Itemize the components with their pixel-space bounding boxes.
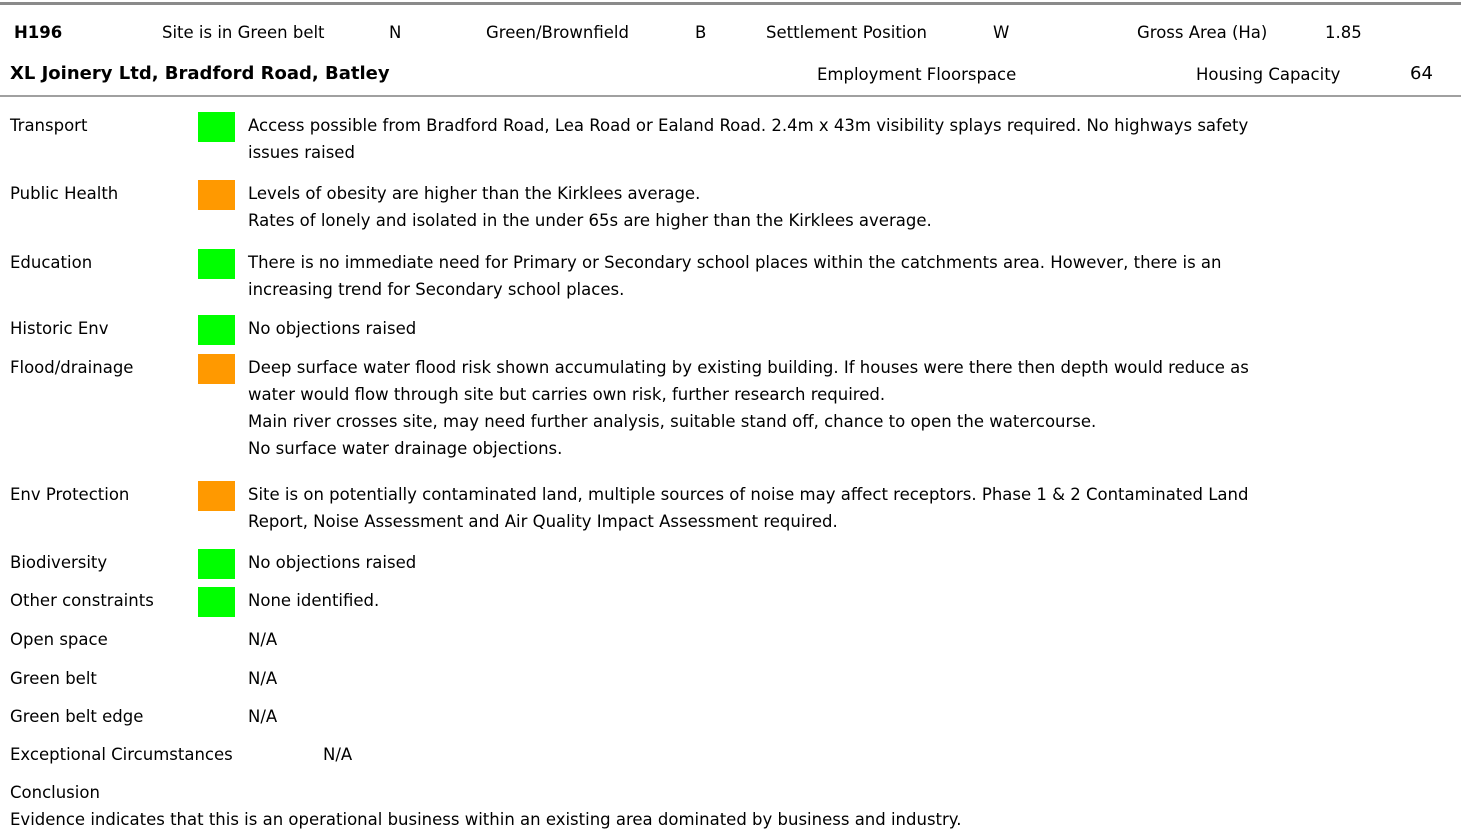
row-text-line: There is no immediate need for Primary o… <box>248 253 1222 272</box>
row-text-line: No objections raised <box>248 553 417 572</box>
rating-swatch <box>198 249 235 279</box>
rating-swatch <box>198 315 235 345</box>
row-text: Site is on potentially contaminated land… <box>248 481 1448 535</box>
rating-swatch <box>198 354 235 384</box>
row-label: Transport <box>10 116 88 135</box>
green-brownfield-value: B <box>695 23 707 42</box>
row-text: Deep surface water flood risk shown accu… <box>248 354 1448 462</box>
header-divider <box>0 95 1461 97</box>
row-text-line: Report, Noise Assessment and Air Quality… <box>248 512 838 531</box>
row-label: Biodiversity <box>10 553 108 572</box>
row-text: No objections raised <box>248 315 1448 342</box>
settlement-position-value: W <box>993 23 1010 42</box>
row-text: Levels of obesity are higher than the Ki… <box>248 180 1448 234</box>
row-label: Public Health <box>10 184 119 203</box>
row-text: Access possible from Bradford Road, Lea … <box>248 112 1448 166</box>
conclusion-text: Evidence indicates that this is an opera… <box>10 810 962 829</box>
site-name: XL Joinery Ltd, Bradford Road, Batley <box>10 63 390 84</box>
row-label: Education <box>10 253 93 272</box>
row-text-line: N/A <box>248 630 278 649</box>
row-text-line: No surface water drainage objections. <box>248 439 563 458</box>
row-text-line: increasing trend for Secondary school pl… <box>248 280 625 299</box>
green-belt-value: N <box>389 23 402 42</box>
row-text-line: Levels of obesity are higher than the Ki… <box>248 184 701 203</box>
row-text: None identified. <box>248 587 1448 614</box>
settlement-position-label: Settlement Position <box>766 23 927 42</box>
exceptional-circumstances-label: Exceptional Circumstances <box>10 745 233 764</box>
row-text-line: No objections raised <box>248 319 417 338</box>
rating-swatch <box>198 180 235 210</box>
row-text: N/A <box>248 626 1448 653</box>
row-text-line: Access possible from Bradford Road, Lea … <box>248 116 1249 135</box>
rating-swatch <box>198 481 235 511</box>
row-text-line: Site is on potentially contaminated land… <box>248 485 1249 504</box>
site-reference: H196 <box>14 23 63 42</box>
row-text: N/A <box>248 703 1448 730</box>
row-text-line: issues raised <box>248 143 355 162</box>
green-brownfield-label: Green/Brownfield <box>486 23 629 42</box>
exceptional-circumstances-value: N/A <box>323 745 353 764</box>
rating-swatch <box>198 587 235 617</box>
row-label: Env Protection <box>10 485 130 504</box>
row-text: There is no immediate need for Primary o… <box>248 249 1448 303</box>
row-text: No objections raised <box>248 549 1448 576</box>
row-text-line: None identified. <box>248 591 380 610</box>
row-label: Open space <box>10 630 108 649</box>
housing-capacity-value: 64 <box>1410 63 1433 84</box>
rating-swatch <box>198 549 235 579</box>
rating-swatch <box>198 112 235 142</box>
employment-floorspace-label: Employment Floorspace <box>817 65 1017 84</box>
row-text-line: N/A <box>248 707 278 726</box>
row-text-line: Deep surface water flood risk shown accu… <box>248 358 1249 377</box>
row-text-line: water would flow through site but carrie… <box>248 385 886 404</box>
row-text-line: Rates of lonely and isolated in the unde… <box>248 211 932 230</box>
gross-area-value: 1.85 <box>1325 23 1362 42</box>
housing-capacity-label: Housing Capacity <box>1196 65 1341 84</box>
conclusion-label: Conclusion <box>10 783 100 802</box>
row-label: Flood/drainage <box>10 358 134 377</box>
row-label: Green belt <box>10 669 97 688</box>
top-divider <box>0 2 1461 5</box>
row-label: Other constraints <box>10 591 154 610</box>
row-label: Green belt edge <box>10 707 144 726</box>
row-text: N/A <box>248 665 1448 692</box>
row-label: Historic Env <box>10 319 109 338</box>
row-text-line: Main river crosses site, may need furthe… <box>248 412 1097 431</box>
green-belt-label: Site is in Green belt <box>162 23 325 42</box>
row-text-line: N/A <box>248 669 278 688</box>
gross-area-label: Gross Area (Ha) <box>1137 23 1268 42</box>
